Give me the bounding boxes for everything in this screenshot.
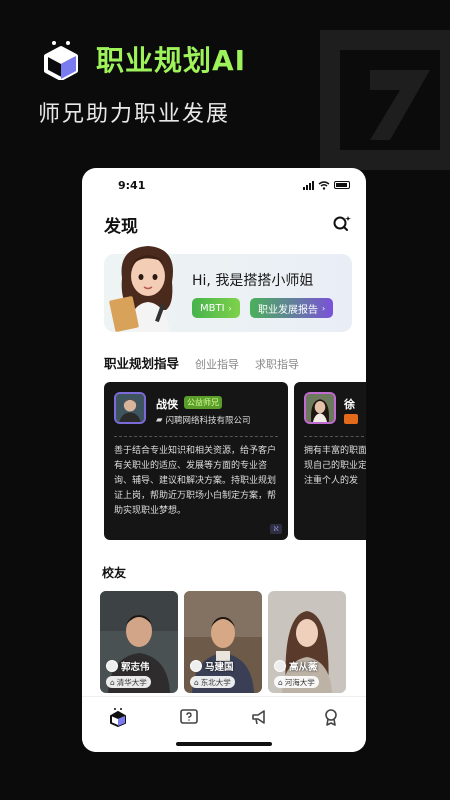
alumni-name-row: 马建国 [190, 659, 234, 673]
megaphone-icon [251, 710, 265, 725]
mentor-name: 徐 [344, 398, 355, 411]
mbti-button-label: MBTI [200, 302, 225, 314]
mentor-company-name: 闪聘网络科技有限公司 [165, 416, 251, 426]
tab-job-seeking[interactable]: 求职指导 [255, 356, 299, 372]
school-badge: ⌂ 东北大学 [190, 676, 235, 688]
nav-profile[interactable] [319, 707, 343, 731]
tab-career-planning[interactable]: 职业规划指导 [104, 353, 180, 376]
assistant-avatar [109, 246, 173, 332]
promo-subtitle: 师兄助力职业发展 [38, 102, 231, 127]
home-indicator [176, 742, 272, 746]
promo-title: 职业规划AI [96, 44, 247, 77]
chevron-right-icon: › [228, 303, 232, 313]
assistant-greeting: Hi, 我是搭搭小师姐 [192, 273, 314, 289]
mentor-tag-icon [344, 414, 358, 424]
nav-questions[interactable] [177, 707, 201, 731]
nav-announcements[interactable] [248, 707, 272, 731]
alumni-name: 郭志伟 [121, 662, 150, 673]
alumni-card[interactable]: 高从薇 ⌂ 河海大学 [268, 591, 346, 693]
page-title: 发现 [104, 216, 138, 237]
mentor-avatar [304, 392, 336, 424]
battery-icon [334, 181, 350, 189]
school-badge: ⌂ 河海大学 [274, 676, 319, 688]
avatar [106, 660, 118, 672]
briefcase-icon: ▰ [156, 415, 163, 425]
alumni-card[interactable]: 郭志伟 ⌂ 清华大学 [100, 591, 178, 693]
mbti-button[interactable]: MBTI › [192, 298, 240, 318]
status-bar: 9:41 [82, 168, 366, 202]
corner-logo-icon: ℵ [270, 524, 282, 534]
mentor-carousel[interactable]: 战侠 公益师兄 ▰ 闪聘网络科技有限公司 善于结合专业知识和相关资源，给予客户有… [82, 382, 366, 542]
divider [304, 436, 364, 437]
mentor-card[interactable]: 战侠 公益师兄 ▰ 闪聘网络科技有限公司 善于结合专业知识和相关资源，给予客户有… [104, 382, 288, 540]
school-badge: ⌂ 清华大学 [106, 676, 151, 688]
medal-icon [324, 709, 337, 726]
alumni-school: 清华大学 [116, 677, 147, 687]
career-report-button[interactable]: 职业发展报告 › [250, 298, 334, 318]
ai-search-icon[interactable] [332, 214, 352, 234]
school-icon: ⌂ [110, 677, 115, 687]
alumni-school: 河海大学 [284, 677, 315, 687]
phone-screen: 9:41 发现 Hi, 我是搭搭小师姐 MBTI › 职业发展报告 › 职业规划… [82, 168, 366, 752]
avatar [274, 660, 286, 672]
mentor-description: 善于结合专业知识和相关资源，给予客户有关职业的适应、发展等方面的专业咨询、辅导、… [114, 446, 277, 516]
mentor-card[interactable]: 徐 拥有丰富的职面的知识和相现自己的职业定实现职业目注重个人的发 [294, 382, 366, 540]
alumni-list: 郭志伟 ⌂ 清华大学 马建国 ⌂ 东北大学 高从薇 ⌂ 河海大学 [100, 591, 366, 693]
background-logo-decoration [300, 10, 450, 180]
career-report-button-label: 职业发展报告 [258, 304, 318, 316]
promo-header: 职业规划AI [40, 38, 246, 80]
mentor-name: 战侠 [156, 398, 178, 411]
alumni-section-title: 校友 [102, 566, 127, 580]
assistant-banner[interactable]: Hi, 我是搭搭小师姐 MBTI › 职业发展报告 › [104, 246, 352, 332]
status-icons [303, 180, 350, 190]
alumni-name: 马建国 [205, 662, 234, 673]
divider [114, 436, 278, 437]
nav-discover[interactable] [106, 707, 130, 731]
guidance-tabs: 职业规划指导 创业指导 求职指导 [82, 352, 366, 376]
alumni-name-row: 郭志伟 [106, 659, 150, 673]
mentor-description: 拥有丰富的职面的知识和相现自己的职业定实现职业目注重个人的发 [304, 446, 366, 486]
signal-icon [303, 180, 314, 190]
chevron-right-icon: › [322, 303, 326, 313]
avatar [190, 660, 202, 672]
tab-entrepreneurship[interactable]: 创业指导 [195, 356, 239, 372]
app-header: 发现 [82, 202, 366, 240]
alumni-school: 东北大学 [200, 677, 231, 687]
alumni-name-row: 高从薇 [274, 659, 318, 673]
status-time: 9:41 [118, 178, 146, 192]
alumni-card[interactable]: 马建国 ⌂ 东北大学 [184, 591, 262, 693]
mentor-company: ▰ 闪聘网络科技有限公司 [156, 414, 251, 426]
cube-icon [109, 708, 126, 727]
cube-logo-icon [44, 41, 78, 80]
question-icon [179, 709, 198, 724]
school-icon: ⌂ [278, 677, 283, 687]
alumni-name: 高从薇 [289, 662, 318, 673]
school-icon: ⌂ [194, 677, 199, 687]
wifi-icon [318, 180, 330, 190]
mentor-badge: 公益师兄 [184, 396, 222, 409]
mentor-avatar [114, 392, 146, 424]
